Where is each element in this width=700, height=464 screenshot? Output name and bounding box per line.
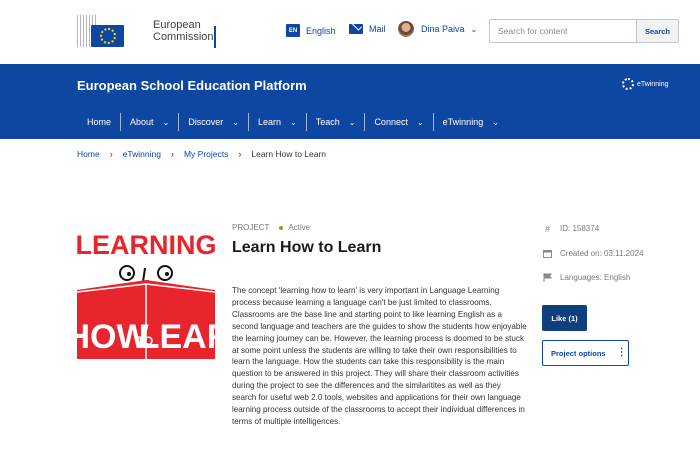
search-input[interactable] [490, 20, 636, 42]
european-commission-logo[interactable]: European Commission [77, 12, 219, 50]
mail-link[interactable]: Mail [349, 24, 386, 34]
main-nav: Home About ⌄ Discover ⌄ Learn ⌄ Teach ⌄ Conn… [77, 113, 508, 131]
etwinning-logo-text: eTwinning [637, 80, 669, 88]
user-name: Dina Paiva [421, 24, 465, 34]
project-id: # ID: 158374 [543, 223, 600, 234]
nav-label: Connect [374, 117, 408, 127]
like-button[interactable]: Like (1) [542, 305, 587, 331]
logo-divider [214, 26, 216, 48]
nav-item-learn[interactable]: Learn ⌄ [247, 113, 306, 131]
breadcrumb-home[interactable]: Home [77, 149, 100, 159]
site-title[interactable]: European School Education Platform [77, 78, 307, 93]
chevron-down-icon: ⌄ [492, 117, 499, 127]
chevron-right-icon: › [109, 149, 113, 159]
nav-item-about[interactable]: About ⌄ [120, 113, 178, 131]
calendar-icon [543, 249, 552, 258]
project-description: The concept 'learning how to learn' is v… [232, 286, 527, 426]
nav-label: About [130, 117, 154, 127]
chevron-down-icon: ⌄ [348, 117, 356, 127]
created-date-text: Created on: 03.11.2024 [560, 249, 644, 258]
nav-item-connect[interactable]: Connect ⌄ [364, 113, 432, 131]
nav-label: Discover [188, 117, 224, 127]
chevron-right-icon: › [238, 149, 242, 159]
image-text-learn: LEAR [139, 318, 215, 356]
chevron-down-icon: ⌄ [470, 24, 478, 34]
breadcrumb-current: Learn How to Learn [251, 149, 327, 159]
chevron-down-icon: ⌄ [162, 117, 170, 127]
mail-icon [349, 24, 363, 34]
breadcrumb-my-projects[interactable]: My Projects [184, 149, 228, 159]
avatar [398, 21, 414, 37]
search-button[interactable]: Search [636, 20, 678, 42]
nav-item-home[interactable]: Home [77, 113, 120, 131]
flag-icon [543, 273, 552, 282]
language-label: English [306, 25, 336, 36]
project-type-label: PROJECT [232, 223, 270, 232]
kebab-menu-icon: ⋮ [616, 347, 627, 358]
status-label: Active [288, 223, 311, 232]
project-options-button[interactable]: Project options ⋮ [542, 340, 629, 366]
chevron-down-icon: ⌄ [290, 117, 297, 127]
project-meta: PROJECT Active [232, 223, 310, 232]
chevron-right-icon: › [170, 149, 174, 159]
languages-text: Languages: English [560, 273, 631, 282]
logo-line-1: European [153, 19, 201, 31]
language-code-badge: EN [286, 24, 300, 37]
hash-icon: # [544, 223, 550, 234]
languages: Languages: English [543, 273, 630, 282]
nav-item-teach[interactable]: Teach ⌄ [305, 113, 365, 131]
nav-item-discover[interactable]: Discover ⌄ [178, 113, 248, 131]
project-image: LEARNING HOW TO LEAR [77, 218, 215, 359]
project-id-text: ID: 158374 [560, 224, 600, 233]
project-options-label: Project options [551, 348, 606, 358]
nav-item-etwinning[interactable]: eTwinning ⌄ [432, 113, 508, 131]
breadcrumb: Home › eTwinning › My Projects › Learn H… [77, 149, 326, 159]
mail-label: Mail [369, 24, 386, 34]
nav-label: Teach [315, 117, 340, 127]
top-bar: European Commission EN English Mail Dina… [0, 0, 700, 64]
language-selector[interactable]: EN English [286, 24, 336, 37]
nav-label: eTwinning [442, 117, 484, 127]
status-dot-icon [279, 225, 284, 230]
etwinning-star-icon [622, 78, 634, 90]
page-title: Learn How to Learn [232, 239, 382, 256]
created-date: Created on: 03.11.2024 [543, 249, 643, 258]
site-banner: European School Education Platform eTwin… [0, 64, 700, 139]
search-box: Search [489, 19, 679, 43]
chevron-down-icon: ⌄ [416, 117, 424, 127]
eu-flag-icon [91, 25, 124, 47]
nav-label: Learn [257, 117, 281, 127]
nav-label: Home [87, 117, 112, 127]
ec-building-icon [77, 13, 133, 49]
image-text-top: LEARNING [77, 230, 215, 260]
logo-line-2: Commission [153, 31, 214, 43]
etwinning-logo[interactable]: eTwinning [622, 78, 669, 90]
user-menu[interactable]: Dina Paiva ⌄ [398, 21, 477, 37]
chevron-down-icon: ⌄ [232, 117, 239, 127]
breadcrumb-etwinning[interactable]: eTwinning [123, 149, 161, 159]
